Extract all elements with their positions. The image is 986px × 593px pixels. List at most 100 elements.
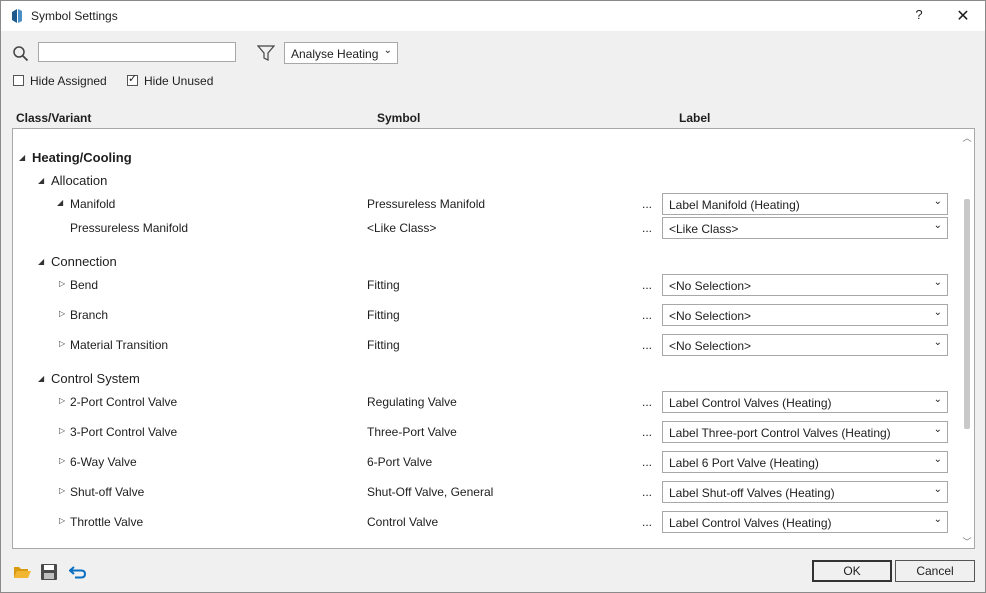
- chevron-down-icon: ⌄: [933, 307, 942, 318]
- tree-node-label: Connection: [51, 254, 117, 269]
- filter-dropdown[interactable]: Analyse Heating ⌄: [284, 42, 398, 64]
- cancel-button[interactable]: Cancel: [895, 560, 975, 582]
- expanded-triangle-icon[interactable]: ◢: [19, 153, 25, 162]
- hide-unused-label: Hide Unused: [144, 74, 214, 88]
- row-class-name: 3-Port Control Valve: [70, 425, 178, 439]
- row-symbol: Pressureless Manifold: [367, 197, 486, 211]
- chevron-down-icon: ⌄: [933, 424, 942, 435]
- help-button[interactable]: ?: [909, 7, 929, 25]
- symbol-browse-button[interactable]: ...: [642, 425, 652, 439]
- label-dropdown[interactable]: Label Shut-off Valves (Heating) ⌄: [662, 481, 948, 503]
- table-row[interactable]: ▷ Throttle Valve Control Valve ... Label…: [13, 511, 953, 533]
- column-header-class[interactable]: Class/Variant: [16, 111, 91, 125]
- table-row[interactable]: ▷ Material Transition Fitting ... <No Se…: [13, 334, 953, 356]
- chevron-down-icon: ⌄: [933, 484, 942, 495]
- table-row[interactable]: ▷ Bend Fitting ... <No Selection> ⌄: [13, 274, 953, 296]
- row-class-name: Shut-off Valve: [70, 485, 145, 499]
- label-dropdown[interactable]: Label 6 Port Valve (Heating) ⌄: [662, 451, 948, 473]
- collapsed-triangle-icon[interactable]: ▷: [59, 516, 65, 525]
- collapsed-triangle-icon[interactable]: ▷: [59, 426, 65, 435]
- hide-unused-checkbox[interactable]: ✓: [127, 73, 138, 86]
- symbol-browse-button[interactable]: ...: [642, 515, 652, 529]
- chevron-down-icon: ⌄: [933, 514, 942, 525]
- row-symbol: 6-Port Valve: [367, 455, 433, 469]
- tree-node-root[interactable]: ◢ Heating/Cooling: [13, 149, 953, 171]
- symbol-browse-button[interactable]: ...: [642, 395, 652, 409]
- chevron-down-icon: ⌄: [933, 394, 942, 405]
- symbol-browse-button[interactable]: ...: [642, 308, 652, 322]
- column-header-label[interactable]: Label: [679, 111, 710, 125]
- filter-dropdown-value: Analyse Heating: [291, 47, 379, 61]
- collapsed-triangle-icon[interactable]: ▷: [59, 486, 65, 495]
- expanded-triangle-icon[interactable]: ◢: [38, 176, 44, 185]
- label-dropdown[interactable]: <No Selection> ⌄: [662, 304, 948, 326]
- symbol-browse-button[interactable]: ...: [642, 197, 652, 211]
- table-row[interactable]: ▷ 6-Way Valve 6-Port Valve ... Label 6 P…: [13, 451, 953, 473]
- row-class-name: Branch: [70, 308, 109, 322]
- table-row[interactable]: ▷ Branch Fitting ... <No Selection> ⌄: [13, 304, 953, 326]
- symbol-browse-button[interactable]: ...: [642, 338, 652, 352]
- folder-open-icon[interactable]: [13, 564, 31, 580]
- row-symbol: Shut-Off Valve, General: [367, 485, 494, 499]
- tree-node-connection[interactable]: ◢ Connection: [13, 253, 953, 275]
- chevron-down-icon: ⌄: [383, 45, 392, 56]
- ok-button[interactable]: OK: [812, 560, 892, 582]
- label-dropdown-value: Label Manifold (Heating): [669, 198, 800, 212]
- label-dropdown-value: <No Selection>: [669, 279, 752, 293]
- search-icon: [13, 46, 29, 62]
- row-class-name: Pressureless Manifold: [70, 221, 189, 235]
- expanded-triangle-icon[interactable]: ◢: [57, 198, 63, 207]
- filter-icon[interactable]: [257, 44, 275, 62]
- collapsed-triangle-icon[interactable]: ▷: [59, 279, 65, 288]
- collapsed-triangle-icon[interactable]: ▷: [59, 309, 65, 318]
- save-icon[interactable]: [40, 564, 58, 580]
- symbol-tree[interactable]: ︿ ﹀ ◢ Heating/Cooling ◢ Allocation ◢ Man…: [12, 128, 975, 549]
- symbol-browse-button[interactable]: ...: [642, 485, 652, 499]
- scrollbar-thumb[interactable]: [964, 199, 970, 429]
- tree-node-allocation[interactable]: ◢ Allocation: [13, 172, 953, 194]
- column-header-symbol[interactable]: Symbol: [377, 111, 420, 125]
- hide-assigned-label: Hide Assigned: [30, 74, 107, 88]
- table-row[interactable]: ▷ Shut-off Valve Shut-Off Valve, General…: [13, 481, 953, 503]
- row-class-name: Throttle Valve: [70, 515, 144, 529]
- table-row[interactable]: ▷ 2-Port Control Valve Regulating Valve …: [13, 391, 953, 413]
- collapsed-triangle-icon[interactable]: ▷: [59, 456, 65, 465]
- collapsed-triangle-icon[interactable]: ▷: [59, 396, 65, 405]
- collapsed-triangle-icon[interactable]: ▷: [59, 339, 65, 348]
- label-dropdown-value: Label Shut-off Valves (Heating): [669, 486, 835, 500]
- label-dropdown-value: Label Control Valves (Heating): [669, 516, 832, 530]
- scroll-up-icon[interactable]: ︿: [962, 131, 972, 143]
- label-dropdown[interactable]: <No Selection> ⌄: [662, 274, 948, 296]
- hide-assigned-checkbox[interactable]: [13, 75, 24, 86]
- label-dropdown-value: <Like Class>: [669, 222, 739, 236]
- dialog-window: Symbol Settings ? ✕ Analyse Heating ⌄ Hi…: [0, 0, 986, 593]
- row-symbol: Three-Port Valve: [367, 425, 457, 439]
- label-dropdown-value: Label Control Valves (Heating): [669, 396, 832, 410]
- chevron-down-icon: ⌄: [933, 337, 942, 348]
- row-symbol: Fitting: [367, 278, 400, 292]
- label-dropdown[interactable]: Label Control Valves (Heating) ⌄: [662, 391, 948, 413]
- label-dropdown[interactable]: <Like Class> ⌄: [662, 217, 948, 239]
- close-button[interactable]: ✕: [952, 6, 974, 26]
- row-class-name: Bend: [70, 278, 99, 292]
- symbol-browse-button[interactable]: ...: [642, 455, 652, 469]
- symbol-browse-button[interactable]: ...: [642, 221, 652, 235]
- chevron-down-icon: ⌄: [933, 196, 942, 207]
- undo-icon[interactable]: [69, 564, 87, 580]
- tree-node-control-system[interactable]: ◢ Control System: [13, 370, 953, 392]
- expanded-triangle-icon[interactable]: ◢: [38, 257, 44, 266]
- scroll-down-icon[interactable]: ﹀: [962, 535, 972, 547]
- table-row[interactable]: ▷ 3-Port Control Valve Three-Port Valve …: [13, 421, 953, 443]
- label-dropdown[interactable]: Label Three-port Control Valves (Heating…: [662, 421, 948, 443]
- table-row[interactable]: ◢ Manifold Pressureless Manifold ... Lab…: [13, 193, 953, 215]
- label-dropdown[interactable]: <No Selection> ⌄: [662, 334, 948, 356]
- label-dropdown[interactable]: Label Manifold (Heating) ⌄: [662, 193, 948, 215]
- label-dropdown-value: <No Selection>: [669, 309, 752, 323]
- table-row[interactable]: Pressureless Manifold <Like Class> ... <…: [13, 217, 953, 239]
- expanded-triangle-icon[interactable]: ◢: [38, 374, 44, 383]
- row-class-name: Material Transition: [70, 338, 169, 352]
- row-symbol: <Like Class>: [367, 221, 437, 235]
- symbol-browse-button[interactable]: ...: [642, 278, 652, 292]
- search-input[interactable]: [38, 42, 236, 62]
- label-dropdown[interactable]: Label Control Valves (Heating) ⌄: [662, 511, 948, 533]
